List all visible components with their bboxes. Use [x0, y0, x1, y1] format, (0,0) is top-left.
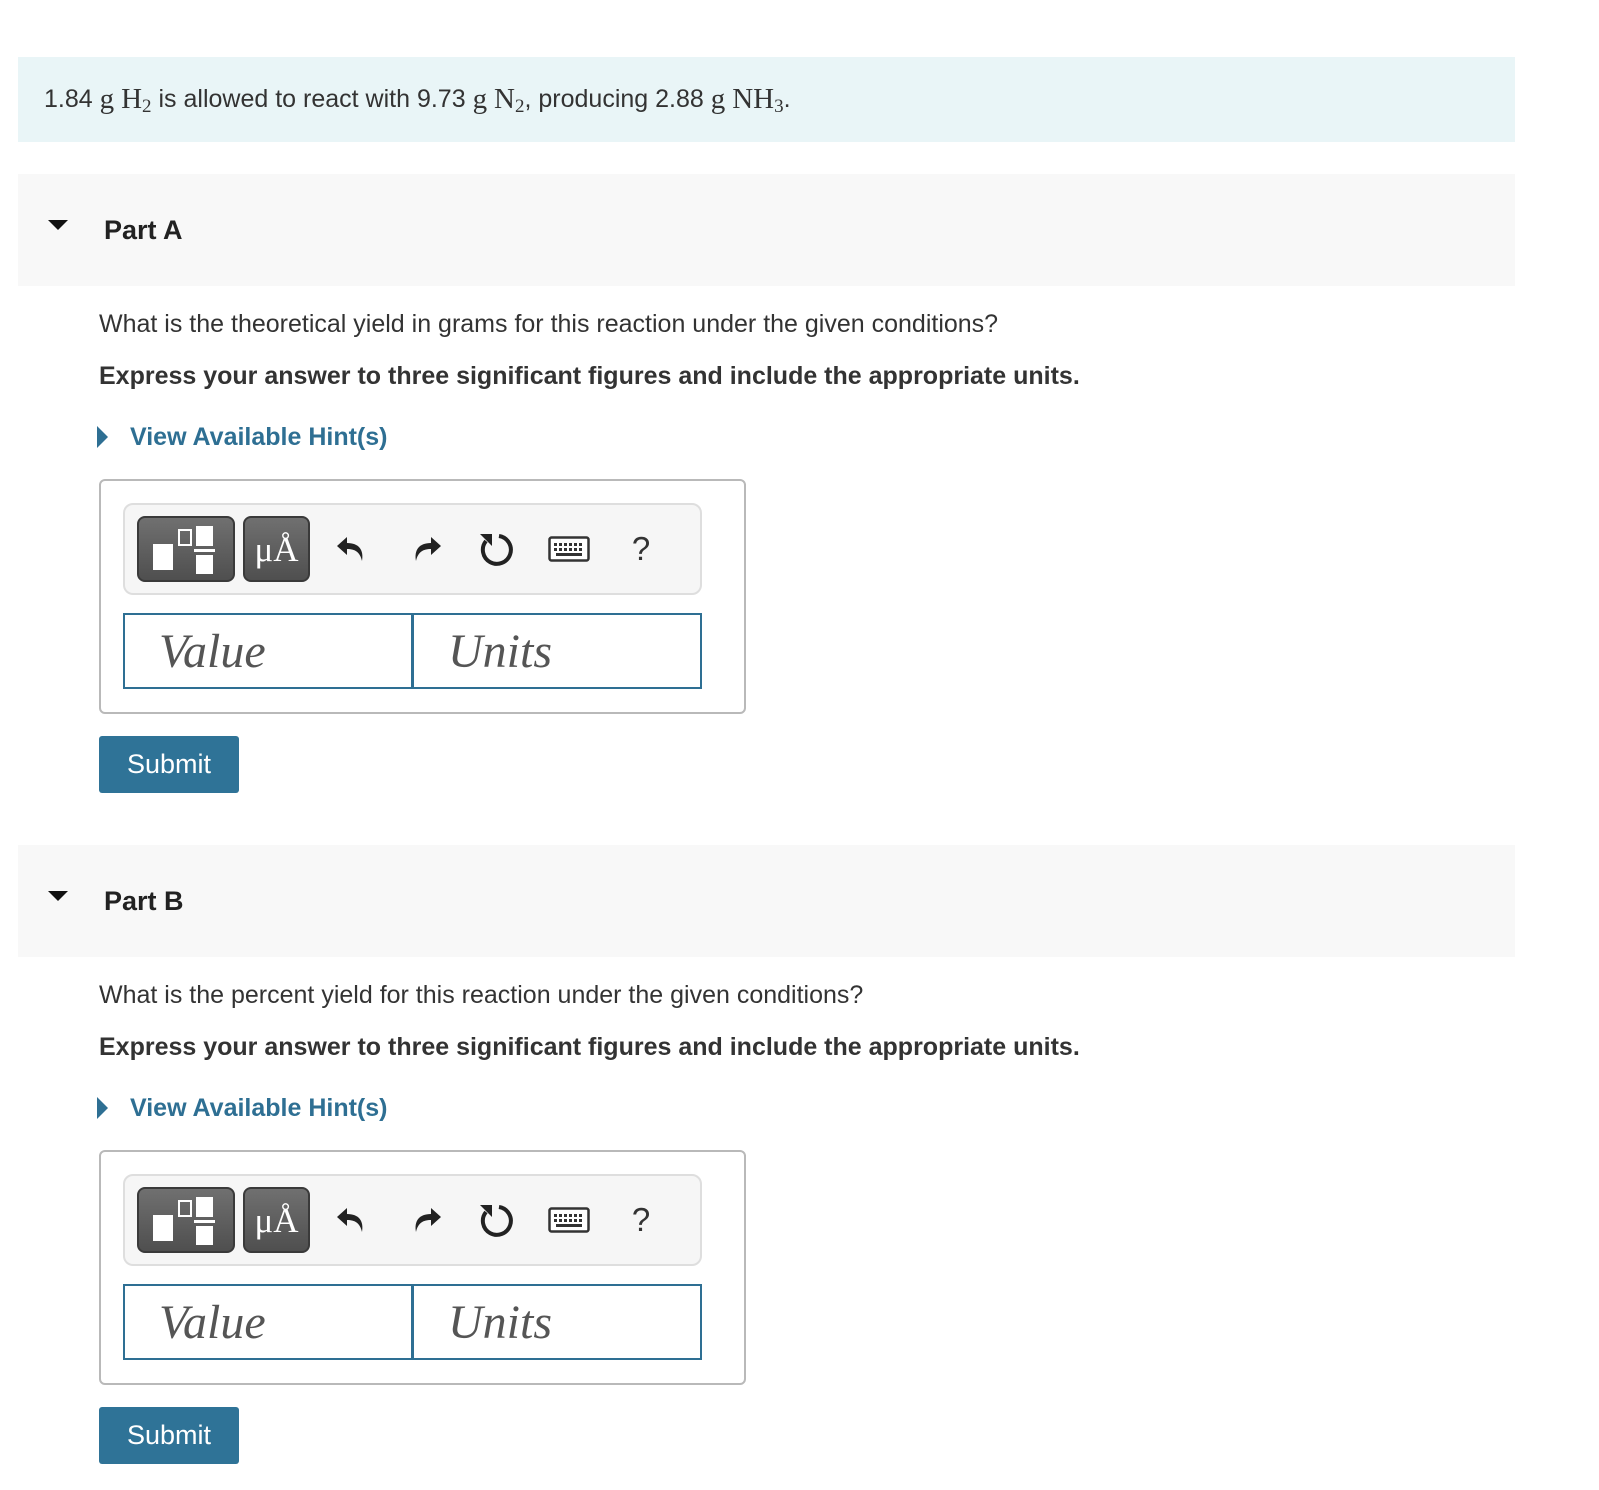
part-b-submit-button[interactable]: Submit [99, 1407, 239, 1464]
formula-n2: N2 [494, 83, 525, 117]
mass-nh3: 2.88 [655, 85, 704, 113]
reset-icon [480, 1205, 513, 1237]
undo-button[interactable] [323, 516, 379, 582]
part-b-question: What is the percent yield for this react… [99, 981, 864, 1009]
keyboard-icon [548, 536, 590, 562]
part-b-answer-box: μÅ ? Value Units [99, 1150, 746, 1385]
keyboard-button[interactable] [541, 516, 597, 582]
mass-n2: 9.73 [416, 85, 466, 113]
redo-button[interactable] [399, 516, 455, 582]
help-button[interactable]: ? [613, 1187, 669, 1253]
units-input[interactable] [412, 613, 702, 689]
part-b-hint-link[interactable]: View Available Hint(s) [97, 1091, 387, 1125]
math-toolbar: μÅ ? [123, 1174, 702, 1266]
units-button[interactable]: μÅ [243, 1187, 310, 1253]
unit-g: g [472, 83, 488, 115]
templates-icon [153, 526, 215, 574]
redo-icon [415, 1208, 441, 1232]
keyboard-button[interactable] [541, 1187, 597, 1253]
undo-button[interactable] [323, 1187, 379, 1253]
units-icon: μÅ [254, 530, 299, 569]
collapse-triangle-icon[interactable] [48, 220, 68, 230]
unit-g: g [710, 83, 726, 115]
value-input[interactable] [123, 613, 413, 689]
value-input[interactable] [123, 1284, 413, 1360]
redo-button[interactable] [399, 1187, 455, 1253]
help-icon: ? [631, 1201, 651, 1238]
unit-g: g [99, 83, 115, 115]
reset-button[interactable] [468, 1187, 524, 1253]
keyboard-icon [548, 1207, 590, 1233]
part-b-header[interactable]: Part B [18, 845, 1515, 957]
part-a-hint-link[interactable]: View Available Hint(s) [97, 420, 387, 454]
part-a-title: Part A [104, 214, 183, 245]
templates-button[interactable] [137, 1187, 235, 1253]
problem-statement: 1.84 g H2 is allowed to react with 9.73 … [18, 57, 1515, 142]
part-a-question: What is the theoretical yield in grams f… [99, 310, 999, 338]
templates-icon [153, 1197, 215, 1245]
help-button[interactable]: ? [613, 516, 669, 582]
help-icon: ? [631, 530, 651, 567]
reset-button[interactable] [468, 516, 524, 582]
redo-icon [415, 537, 441, 561]
math-toolbar: μÅ ? [123, 503, 702, 595]
collapse-triangle-icon[interactable] [48, 891, 68, 901]
units-icon: μÅ [254, 1201, 299, 1240]
undo-icon [337, 537, 363, 561]
reset-icon [480, 534, 513, 566]
part-a-hint-label: View Available Hint(s) [130, 422, 388, 451]
undo-icon [337, 1208, 363, 1232]
formula-h2: H2 [121, 83, 152, 117]
expand-triangle-icon [97, 426, 108, 448]
units-button[interactable]: μÅ [243, 516, 310, 582]
templates-button[interactable] [137, 516, 235, 582]
part-b-instruction: Express your answer to three significant… [99, 1033, 1080, 1061]
part-a-header[interactable]: Part A [18, 174, 1515, 286]
part-a-submit-button[interactable]: Submit [99, 736, 239, 793]
part-a-answer-box: μÅ ? Value Units [99, 479, 746, 714]
problem-text-react: is allowed to react with [158, 85, 410, 113]
part-b-title: Part B [104, 885, 184, 916]
mass-h2: 1.84 [44, 85, 93, 113]
problem-period: . [783, 85, 791, 113]
expand-triangle-icon [97, 1097, 108, 1119]
formula-nh3: NH3 [732, 83, 784, 117]
part-a-instruction: Express your answer to three significant… [99, 362, 1080, 390]
part-b-hint-label: View Available Hint(s) [130, 1093, 388, 1122]
problem-text-producing: , producing [524, 85, 649, 113]
units-input[interactable] [412, 1284, 702, 1360]
